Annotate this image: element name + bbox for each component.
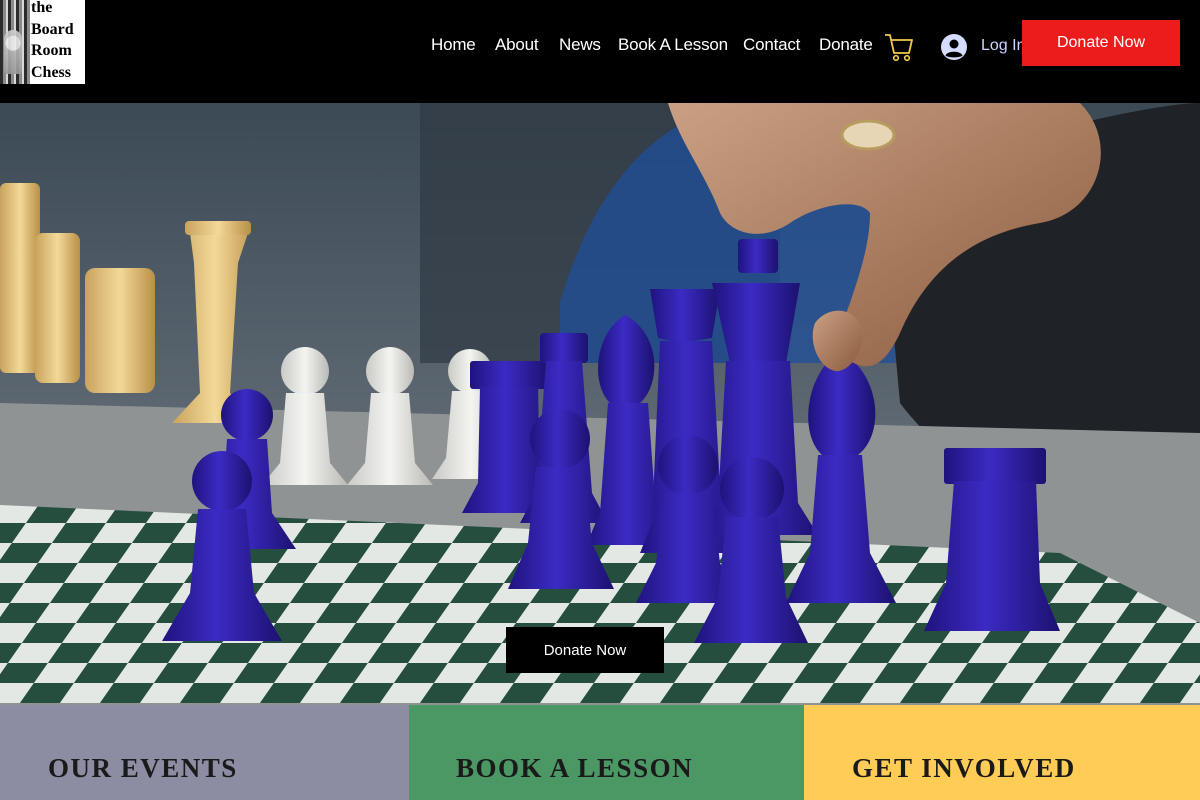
donate-now-button[interactable]: Donate Now: [1022, 20, 1180, 66]
panel-our-events[interactable]: OUR EVENTS: [0, 705, 409, 800]
nav-item-about[interactable]: About: [495, 33, 539, 57]
panel-title: BOOK A LESSON: [456, 753, 694, 783]
hero-section: Donate Now: [0, 103, 1200, 705]
site-header: the Board Room Chess Home About News Boo…: [0, 0, 1200, 103]
nav-item-contact[interactable]: Contact: [743, 33, 800, 57]
panel-book-a-lesson[interactable]: BOOK A LESSON: [409, 705, 804, 800]
logo-line: Chess: [31, 63, 72, 81]
panel-get-involved[interactable]: GET INVOLVED: [804, 705, 1200, 800]
logo-line: the: [31, 0, 53, 16]
nav-item-donate[interactable]: Donate: [819, 33, 873, 57]
panel-title: OUR EVENTS: [48, 753, 238, 783]
hero-donate-now-button[interactable]: Donate Now: [506, 627, 664, 673]
shopping-cart-icon[interactable]: [884, 31, 914, 63]
hero-chess-image: [0, 103, 1200, 705]
main-nav: Home About News Book A Lesson Contact Do…: [0, 33, 880, 57]
nav-item-book-a-lesson[interactable]: Book A Lesson: [618, 33, 728, 57]
nav-item-home[interactable]: Home: [431, 33, 476, 57]
login-label: Log In: [981, 37, 1026, 54]
nav-item-news[interactable]: News: [559, 33, 601, 57]
user-avatar-icon: [941, 34, 967, 60]
panel-title: GET INVOLVED: [852, 753, 1076, 783]
